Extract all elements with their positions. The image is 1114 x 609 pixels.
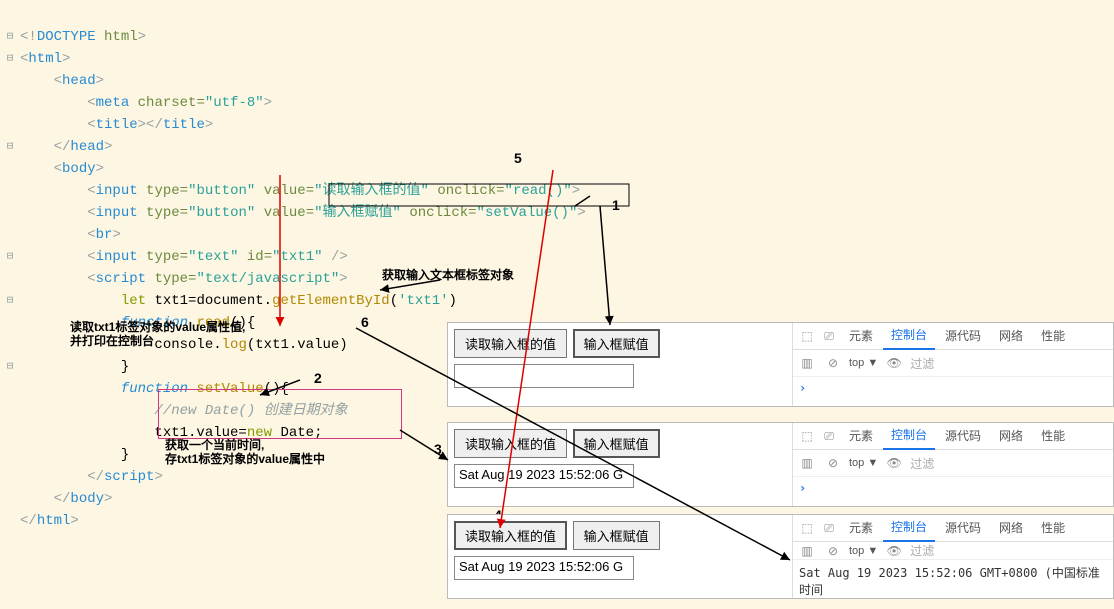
code-text: //new Date() 创建日期对象 [154,403,347,419]
device-icon[interactable]: ⎚ [821,428,837,444]
context-select[interactable]: top ▼ [849,457,878,469]
tab-perf[interactable]: 性能 [1033,515,1073,541]
device-icon[interactable]: ⎚ [821,520,837,536]
code-text: value= [264,205,314,221]
filter-input[interactable]: 过滤 [910,455,934,472]
step-5: 5 [514,150,522,166]
devtools-2: ⬚ ⎚ 元素 控制台 源代码 网络 性能 ▥ ⊘ top ▼ 👁 过滤 › [793,423,1113,506]
filter-input[interactable]: 过滤 [910,355,934,372]
btn-set-1[interactable]: 输入框赋值 [573,329,660,358]
code-text: console. [154,337,221,353]
tab-perf[interactable]: 性能 [1033,323,1073,349]
txt-field-2[interactable]: Sat Aug 19 2023 15:52:06 G [454,464,634,488]
code-text: onclick= [409,205,476,221]
tab-console[interactable]: 控制台 [883,422,935,450]
code-text: getElementById [272,293,390,309]
code-text: 'txt1' [398,293,448,309]
btn-read-2[interactable]: 读取输入框的值 [454,429,567,458]
code-text: log [222,337,247,353]
tab-network[interactable]: 网络 [991,323,1031,349]
code-text: txt1=document. [154,293,272,309]
txt-field-1[interactable] [454,364,634,388]
inspect-icon[interactable]: ⬚ [799,520,815,536]
code-text: type= [146,205,188,221]
console-line: Sat Aug 19 2023 15:52:06 GMT+0800 (中国标准时… [799,566,1100,597]
step-2: 2 [314,370,322,386]
inspect-icon[interactable]: ⬚ [799,328,815,344]
code-text: "text/javascript" [196,271,339,287]
annotation-getelem: 获取输入文本框标签对象 [382,266,514,283]
code-text: (txt1.value) [247,337,348,353]
code-text: function [121,381,188,397]
tab-sources[interactable]: 源代码 [937,515,989,541]
code-text: (){ [264,381,289,397]
devtools-3: ⬚ ⎚ 元素 控制台 源代码 网络 性能 ▥ ⊘ top ▼ 👁 过滤 Sat … [793,515,1113,598]
code-text: } [121,359,129,375]
code-text: } [121,447,129,463]
clear-icon[interactable]: ⊘ [825,543,841,559]
tab-elements[interactable]: 元素 [841,323,881,349]
annotation-date-b: 存txt1标签对象的value属性中 [165,450,325,467]
btn-set-2[interactable]: 输入框赋值 [573,429,660,458]
tab-console[interactable]: 控制台 [883,322,935,350]
code-text: ( [390,293,398,309]
code-text: "setValue()" [477,205,578,221]
eye-icon[interactable]: 👁 [886,355,902,371]
annotation-read-b: 并打印在控制台 [70,332,154,349]
step-3: 3 [434,441,442,457]
code-text: "输入框赋值" [314,205,401,221]
code-text: value= [264,183,314,199]
devtools-1: ⬚ ⎚ 元素 控制台 源代码 网络 性能 ▥ ⊘ top ▼ 👁 过滤 › [793,323,1113,406]
code-text: charset= [138,95,205,111]
code-text: onclick= [437,183,504,199]
sidebar-toggle-icon[interactable]: ▥ [799,543,815,559]
eye-icon[interactable]: 👁 [886,543,902,559]
code-text: "读取输入框的值" [314,183,429,199]
device-icon[interactable]: ⎚ [821,328,837,344]
preview-panel-2: 读取输入框的值 输入框赋值 Sat Aug 19 2023 15:52:06 G… [447,422,1114,507]
tab-network[interactable]: 网络 [991,423,1031,449]
tab-elements[interactable]: 元素 [841,423,881,449]
sidebar-toggle-icon[interactable]: ▥ [799,355,815,371]
code-text: setValue [196,381,263,397]
context-select[interactable]: top ▼ [849,357,878,369]
console-out-1[interactable]: › [793,377,1113,406]
code-text: "read()" [505,183,572,199]
console-out-3[interactable]: Sat Aug 19 2023 15:52:06 GMT+0800 (中国标准时… [793,560,1113,602]
console-out-2[interactable]: › [793,477,1113,506]
btn-set-3[interactable]: 输入框赋值 [573,521,660,550]
tab-sources[interactable]: 源代码 [937,423,989,449]
step-1: 1 [612,197,620,213]
txt-field-3[interactable]: Sat Aug 19 2023 15:52:06 G [454,556,634,580]
code-text: "button" [188,205,255,221]
filter-input[interactable]: 过滤 [910,542,934,559]
inspect-icon[interactable]: ⬚ [799,428,815,444]
code-text: "utf-8" [205,95,264,111]
code-text: Date; [280,425,322,441]
clear-icon[interactable]: ⊘ [825,455,841,471]
code-text: let [121,293,146,309]
code-text: id= [247,249,272,265]
tab-elements[interactable]: 元素 [841,515,881,541]
code-text: type= [146,249,188,265]
preview-panel-1: 读取输入框的值 输入框赋值 ⬚ ⎚ 元素 控制台 源代码 网络 性能 ▥ ⊘ t… [447,322,1114,407]
clear-icon[interactable]: ⊘ [825,355,841,371]
tab-network[interactable]: 网络 [991,515,1031,541]
step-6: 6 [361,314,369,330]
code-text: "button" [188,183,255,199]
btn-read-1[interactable]: 读取输入框的值 [454,329,567,358]
tab-console[interactable]: 控制台 [883,514,935,542]
tab-sources[interactable]: 源代码 [937,323,989,349]
tab-perf[interactable]: 性能 [1033,423,1073,449]
code-text: ) [449,293,457,309]
eye-icon[interactable]: 👁 [886,455,902,471]
code-text: type= [154,271,196,287]
context-select[interactable]: top ▼ [849,545,878,557]
btn-read-3[interactable]: 读取输入框的值 [454,521,567,550]
sidebar-toggle-icon[interactable]: ▥ [799,455,815,471]
code-text: type= [146,183,188,199]
code-text: "text" [188,249,238,265]
code-text: "txt1" [272,249,322,265]
preview-panel-3: 读取输入框的值 输入框赋值 Sat Aug 19 2023 15:52:06 G… [447,514,1114,599]
